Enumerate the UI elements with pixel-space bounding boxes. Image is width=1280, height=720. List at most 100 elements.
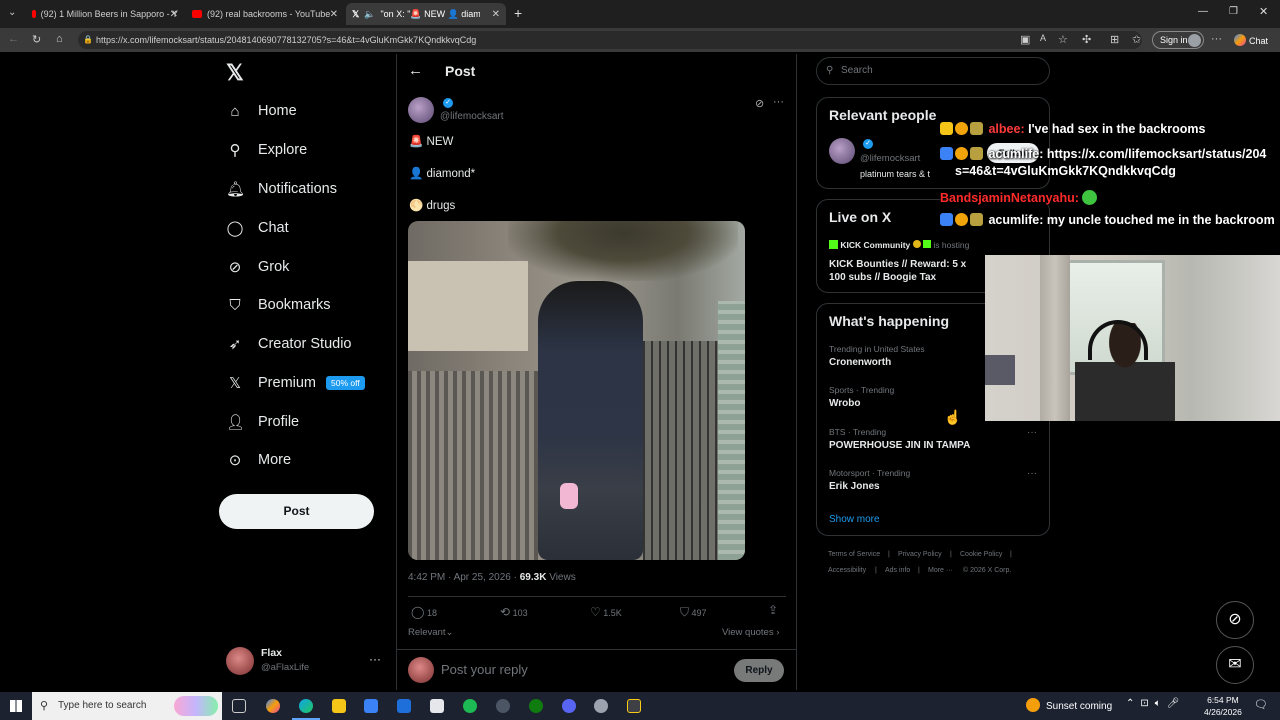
minimize-icon[interactable]: —: [1198, 6, 1208, 17]
network-icon[interactable]: ⊡: [1140, 698, 1154, 709]
url-field[interactable]: 🔒 https://x.com/lifemocksart/status/2048…: [78, 31, 1142, 49]
home-browser-icon[interactable]: ⌂: [56, 33, 63, 45]
trend-name: Wrobo: [829, 398, 861, 409]
tab-list-chevron-icon[interactable]: ⌄: [8, 7, 16, 18]
tray-chevron-icon[interactable]: ⌃: [1126, 698, 1140, 709]
back-arrow-icon[interactable]: ←: [408, 62, 423, 79]
search-icon: ⚲: [826, 65, 834, 76]
copilot-taskbar-icon[interactable]: [266, 699, 280, 713]
chatgpt-icon[interactable]: [594, 699, 608, 713]
photo-building-wall: [408, 261, 528, 351]
reply-input[interactable]: Post your reply: [441, 662, 528, 677]
split-screen-icon[interactable]: ⊞: [1110, 33, 1119, 46]
grok-icon: ⊘: [228, 259, 242, 276]
tab-youtube-backrooms[interactable]: (92) real backrooms - YouTube ✕: [186, 3, 344, 25]
reply-button[interactable]: Reply: [734, 659, 784, 682]
like-action[interactable]: ♡ 1.5K: [590, 605, 622, 619]
xbox-icon[interactable]: [529, 699, 543, 713]
messages-float-button[interactable]: ✉: [1216, 646, 1254, 684]
notepad-icon[interactable]: [430, 699, 444, 713]
extensions-icon[interactable]: ✣: [1082, 33, 1091, 46]
footer-link[interactable]: More ···: [928, 567, 953, 574]
relevant-handle[interactable]: @lifemocksart: [860, 153, 920, 164]
trend-name: Cronenworth: [829, 357, 892, 368]
weather-widget[interactable]: Sunset coming: [1026, 698, 1112, 712]
trend-more-icon[interactable]: ···: [1027, 427, 1037, 438]
nav-explore[interactable]: ⚲ Explore: [226, 138, 308, 162]
post-button[interactable]: Post: [219, 494, 374, 529]
nav-chat[interactable]: ◯ Chat: [226, 216, 289, 240]
account-more-icon[interactable]: ···: [369, 652, 381, 666]
footer-link[interactable]: Accessibility: [828, 567, 866, 574]
nav-more[interactable]: ⊙ More: [226, 448, 291, 472]
bell-icon: 🔔︎: [226, 181, 246, 198]
share-icon[interactable]: ⇪: [768, 603, 778, 617]
copilot-chat-button[interactable]: Chat: [1234, 34, 1268, 46]
system-tray[interactable]: ⌃⊡🔈︎🎤︎: [1126, 698, 1185, 709]
back-icon[interactable]: ←: [8, 33, 19, 45]
bookmark-action[interactable]: ⛉ 497: [680, 605, 707, 620]
edge-icon[interactable]: [299, 699, 313, 713]
task-view-icon[interactable]: [232, 699, 246, 713]
trend-more-icon[interactable]: ···: [1027, 468, 1037, 479]
footer-link[interactable]: Terms of Service: [828, 551, 880, 558]
sign-in-button[interactable]: Sign in: [1152, 31, 1204, 49]
footer-link[interactable]: Privacy Policy: [898, 551, 942, 558]
tab-x-post[interactable]: 𝕏 🔈 "on X: "🚨 NEW 👤 diamond" ✕: [346, 3, 506, 25]
restore-icon[interactable]: ❐: [1229, 6, 1238, 17]
store-icon[interactable]: [364, 699, 378, 713]
close-tab-icon[interactable]: ✕: [492, 9, 500, 20]
taskbar-clock[interactable]: 6:54 PM 4/26/2026: [1204, 694, 1242, 718]
reply-sort-dropdown[interactable]: Relevant⌄: [408, 627, 453, 638]
speaker-icon[interactable]: 🔈: [364, 9, 375, 20]
show-more-link[interactable]: Show more: [829, 514, 880, 525]
refresh-icon[interactable]: ↻: [32, 33, 41, 46]
post-text-line: 🚨 NEW: [409, 136, 454, 148]
close-tab-icon[interactable]: ✕: [330, 9, 338, 20]
account-switcher[interactable]: Flax @aFlaxLife ···: [226, 646, 386, 676]
favorites-icon[interactable]: ✩: [1132, 33, 1141, 46]
post-more-icon[interactable]: ···: [773, 96, 784, 108]
close-tab-icon[interactable]: ✕: [170, 9, 178, 20]
nav-notifications[interactable]: 🔔︎ Notifications: [226, 177, 337, 201]
microphone-icon[interactable]: 🎤︎: [1167, 698, 1186, 709]
mail-icon[interactable]: [397, 699, 411, 713]
close-window-icon[interactable]: ✕: [1259, 5, 1268, 18]
footer-link[interactable]: Ads info: [885, 567, 910, 574]
author-avatar[interactable]: [408, 97, 434, 123]
nav-premium[interactable]: 𝕏 Premium 50% off: [226, 371, 365, 395]
media-app-icon[interactable]: [496, 699, 510, 713]
grok-explain-icon[interactable]: ⊘: [755, 97, 764, 110]
favorite-star-icon[interactable]: ☆: [1058, 33, 1068, 46]
spotify-icon[interactable]: [463, 699, 477, 713]
read-aloud-icon[interactable]: A: [1040, 33, 1046, 43]
footer-link[interactable]: Cookie Policy: [960, 551, 1002, 558]
relevant-avatar[interactable]: [829, 138, 855, 164]
nav-profile[interactable]: 👤︎ Profile: [226, 410, 299, 434]
browser-more-icon[interactable]: ···: [1211, 33, 1222, 45]
repost-action[interactable]: ⟲ 103: [500, 605, 528, 619]
tab-youtube-sapporo[interactable]: (92) 1 Million Beers in Sapporo - Y ✕: [26, 3, 184, 25]
reply-action[interactable]: ◯ 18: [411, 605, 437, 619]
search-input[interactable]: ⚲ Search: [816, 57, 1050, 85]
bookmark-icon: ⛉: [229, 296, 241, 314]
nav-creator-studio[interactable]: ➶ Creator Studio: [226, 332, 352, 356]
file-explorer-icon[interactable]: [332, 699, 346, 713]
windows-start-icon[interactable]: [10, 700, 22, 712]
obs-icon[interactable]: [627, 699, 641, 713]
post-image[interactable]: [408, 221, 745, 560]
volume-icon[interactable]: 🔈︎: [1155, 698, 1167, 709]
view-quotes-link[interactable]: View quotes ›: [722, 627, 779, 638]
author-handle[interactable]: @lifemocksart: [440, 111, 504, 122]
overlay-chat-line: acumlife: my uncle touched me in the bac…: [940, 213, 1275, 227]
nav-grok[interactable]: ⊘ Grok: [226, 255, 290, 279]
discord-icon[interactable]: [562, 699, 576, 713]
new-tab-icon[interactable]: +: [514, 5, 522, 21]
reader-icon[interactable]: ▣: [1020, 33, 1030, 46]
notification-center-icon[interactable]: 🗨︎: [1254, 698, 1268, 711]
nav-home[interactable]: ⌂ Home: [226, 99, 296, 123]
x-logo-icon[interactable]: 𝕏: [226, 60, 244, 86]
grok-float-button[interactable]: ⊘: [1216, 601, 1254, 639]
nav-bookmarks[interactable]: ⛉ Bookmarks: [226, 293, 330, 317]
taskbar-search-input[interactable]: ⚲ Type here to search: [32, 692, 222, 720]
